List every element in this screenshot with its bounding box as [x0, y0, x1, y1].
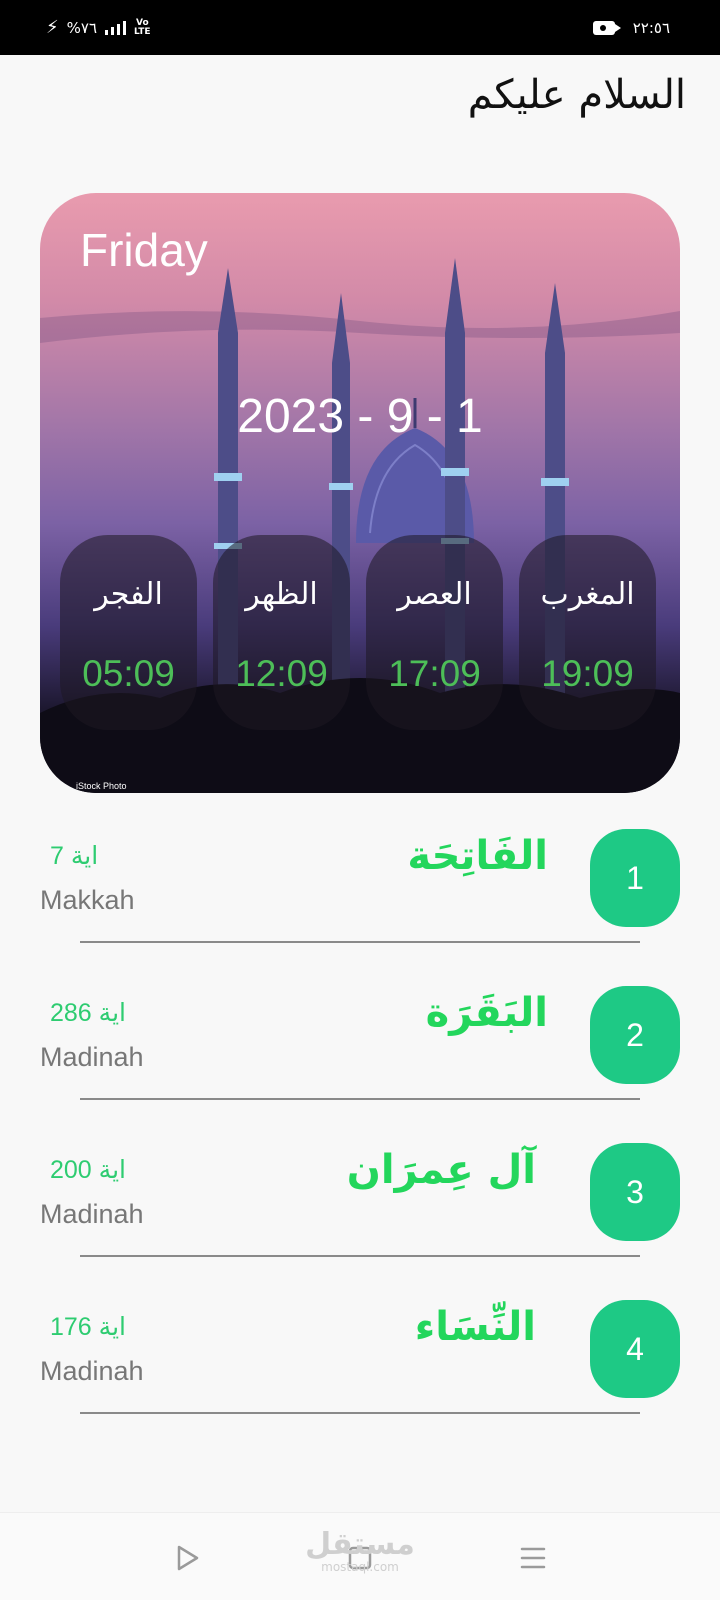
surah-name: البَقَرَة: [425, 990, 548, 1036]
day-label: Friday: [80, 224, 208, 276]
ayah-number: 286: [50, 999, 92, 1027]
menu-icon[interactable]: [508, 1533, 558, 1583]
prayer-times-row: المغرب 19:09 العصر 17:09 الظهر 12:09 الف…: [60, 535, 674, 730]
ayah-word: اية: [98, 998, 126, 1027]
surah-list-item[interactable]: 4 النِّسَاء اية 176 Madinah: [0, 1284, 720, 1440]
divider: [80, 1255, 640, 1257]
video-camera-icon: [592, 20, 621, 35]
ayah-count: اية 7: [50, 841, 98, 871]
ayah-count: اية 176: [50, 1312, 126, 1342]
greeting-title: السلام عليكم: [467, 72, 686, 118]
square-icon[interactable]: [335, 1533, 385, 1583]
prayer-times-card: Friday 2023 - 9 - 1 المغرب 19:09 العصر 1…: [40, 193, 680, 793]
surah-number-badge: 4: [590, 1300, 680, 1398]
ayah-word: اية: [70, 841, 99, 870]
ayah-number: 200: [50, 1156, 92, 1184]
prayer-time: 17:09: [388, 653, 481, 694]
ayah-count: اية 200: [50, 1155, 126, 1185]
status-left: ⚡ %٧٦ Vo LTE: [46, 0, 151, 55]
divider: [80, 941, 640, 943]
divider: [80, 1098, 640, 1100]
revelation-place: Madinah: [40, 1199, 144, 1229]
ayah-count: اية 286: [50, 998, 126, 1028]
image-credit: iStock Photo: [76, 781, 127, 791]
prayer-fajr: الفجر 05:09: [60, 535, 197, 730]
surah-name: الفَاتِحَة: [407, 833, 548, 879]
surah-name: آل عِمرَان: [346, 1147, 536, 1193]
prayer-time: 05:09: [82, 653, 175, 694]
signal-icon: [105, 20, 127, 35]
prayer-name: العصر: [397, 577, 472, 612]
prayer-maghrib: المغرب 19:09: [519, 535, 656, 730]
ayah-number: 7: [50, 842, 64, 870]
surah-list-item[interactable]: 3 آل عِمرَان اية 200 Madinah: [0, 1127, 720, 1283]
revelation-place: Makkah: [40, 885, 135, 915]
ayah-number: 176: [50, 1313, 92, 1341]
prayer-name: الظهر: [245, 577, 318, 612]
revelation-place: Madinah: [40, 1042, 144, 1072]
play-icon[interactable]: [162, 1533, 212, 1583]
ayah-word: اية: [98, 1312, 126, 1341]
battery-level: %٧٦: [66, 18, 98, 37]
bottom-navigation: مستقل mostaql.com: [0, 1512, 720, 1600]
prayer-time: 19:09: [541, 653, 634, 694]
prayer-dhuhr: الظهر 12:09: [213, 535, 350, 730]
surah-name: النِّسَاء: [414, 1304, 536, 1350]
status-bar: ⚡ %٧٦ Vo LTE ٢٢:٥٦: [0, 0, 720, 55]
surah-number-badge: 2: [590, 986, 680, 1084]
surah-number-badge: 1: [590, 829, 680, 927]
revelation-place: Madinah: [40, 1356, 144, 1386]
surah-list-item[interactable]: 2 البَقَرَة اية 286 Madinah: [0, 970, 720, 1126]
ayah-word: اية: [98, 1155, 126, 1184]
surah-number-badge: 3: [590, 1143, 680, 1241]
prayer-asr: العصر 17:09: [366, 535, 503, 730]
charging-icon: ⚡: [46, 17, 59, 38]
volte-icon: Vo LTE: [134, 17, 151, 37]
status-time: ٢٢:٥٦: [632, 18, 670, 37]
divider: [80, 1412, 640, 1414]
date-label: 2023 - 9 - 1: [237, 390, 483, 443]
prayer-name: المغرب: [540, 577, 635, 612]
prayer-name: الفجر: [94, 577, 163, 612]
prayer-time: 12:09: [235, 653, 328, 694]
status-right: ٢٢:٥٦: [592, 0, 670, 55]
surah-list-item[interactable]: 1 الفَاتِحَة اية 7 Makkah: [0, 813, 720, 969]
